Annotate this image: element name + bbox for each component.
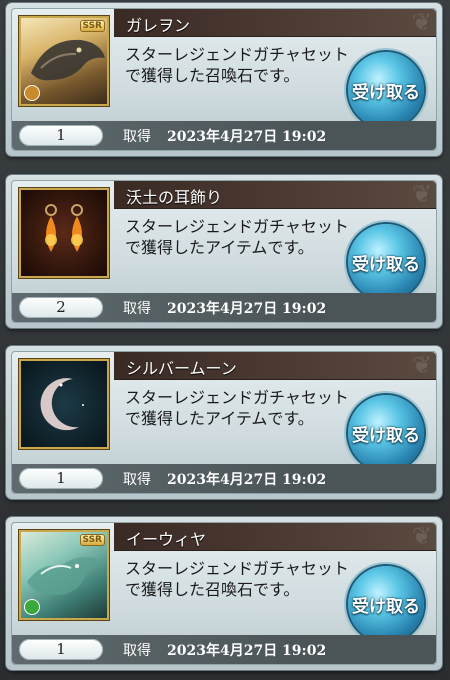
reward-list: ガレヲン ❦ SSR スターレジェンドガチャセットで獲得した召喚石です。 受け取… — [0, 0, 450, 680]
reward-name: シルバームーン — [126, 359, 237, 378]
element-wind-icon — [24, 599, 40, 615]
rarity-badge: SSR — [79, 20, 105, 32]
reward-thumbnail: SSR — [19, 530, 109, 620]
element-fire-icon — [24, 85, 40, 101]
reward-thumbnail: SSR — [19, 16, 109, 106]
reward-footer: 1 取得 2023年4月27日 19:02 — [12, 464, 436, 493]
claim-button[interactable]: 受け取る — [348, 52, 424, 128]
reward-meta: 取得 2023年4月27日 19:02 — [123, 298, 326, 318]
ornament-icon: ❦ — [411, 522, 432, 550]
reward-meta: 取得 2023年4月27日 19:02 — [123, 640, 326, 660]
reward-quantity: 1 — [19, 468, 103, 489]
earrings-item-art — [21, 190, 107, 276]
claim-button[interactable]: 受け取る — [348, 566, 424, 642]
reward-card: イーウィヤ ❦ SSR スターレジェンドガチャセットで獲得した召喚石です。 受け… — [6, 517, 442, 670]
reward-thumbnail — [19, 359, 109, 449]
reward-card-body: ガレヲン ❦ SSR スターレジェンドガチャセットで獲得した召喚石です。 受け取… — [11, 8, 437, 151]
claim-button[interactable]: 受け取る — [348, 395, 424, 471]
reward-card: ガレヲン ❦ SSR スターレジェンドガチャセットで獲得した召喚石です。 受け取… — [6, 3, 442, 156]
claim-button-label: 受け取る — [352, 425, 420, 446]
reward-quantity: 1 — [19, 125, 103, 146]
acquired-date: 2023年4月27日 19:02 — [167, 129, 327, 145]
claim-button[interactable]: 受け取る — [348, 224, 424, 300]
acquired-label: 取得 — [123, 643, 151, 659]
reward-description: スターレジェンドガチャセットで獲得した召喚石です。 — [125, 45, 349, 85]
acquired-date: 2023年4月27日 19:02 — [167, 301, 327, 317]
reward-title-bar: ガレヲン ❦ — [114, 9, 436, 37]
reward-card: 沃土の耳飾り ❦ スターレジェンドガチャセットで獲得したアイテムです。 受け取る… — [6, 175, 442, 328]
reward-card: シルバームーン ❦ スターレジェンドガチャセットで獲得したアイテムです。 受け取… — [6, 346, 442, 499]
reward-quantity: 1 — [19, 639, 103, 660]
reward-title-bar: イーウィヤ ❦ — [114, 523, 436, 551]
reward-footer: 2 取得 2023年4月27日 19:02 — [12, 293, 436, 322]
ornament-icon: ❦ — [411, 180, 432, 208]
claim-button-label: 受け取る — [352, 82, 420, 103]
reward-title-bar: 沃土の耳飾り ❦ — [114, 181, 436, 209]
reward-meta: 取得 2023年4月27日 19:02 — [123, 469, 326, 489]
reward-description: スターレジェンドガチャセットで獲得したアイテムです。 — [125, 217, 349, 257]
silver-moon-item-art — [21, 361, 107, 447]
reward-card-body: 沃土の耳飾り ❦ スターレジェンドガチャセットで獲得したアイテムです。 受け取る… — [11, 180, 437, 323]
acquired-date: 2023年4月27日 19:02 — [167, 472, 327, 488]
claim-button-label: 受け取る — [352, 596, 420, 617]
reward-description: スターレジェンドガチャセットで獲得した召喚石です。 — [125, 559, 349, 599]
reward-name: イーウィヤ — [126, 530, 207, 549]
reward-footer: 1 取得 2023年4月27日 19:02 — [12, 121, 436, 150]
ornament-icon: ❦ — [411, 8, 432, 36]
reward-meta: 取得 2023年4月27日 19:02 — [123, 126, 326, 146]
acquired-label: 取得 — [123, 472, 151, 488]
ornament-icon: ❦ — [411, 351, 432, 379]
reward-card-body: シルバームーン ❦ スターレジェンドガチャセットで獲得したアイテムです。 受け取… — [11, 351, 437, 494]
reward-quantity: 2 — [19, 297, 103, 318]
acquired-date: 2023年4月27日 19:02 — [167, 643, 327, 659]
acquired-label: 取得 — [123, 129, 151, 145]
reward-thumbnail — [19, 188, 109, 278]
acquired-label: 取得 — [123, 301, 151, 317]
reward-name: 沃土の耳飾り — [126, 188, 223, 207]
rarity-badge: SSR — [79, 534, 105, 546]
reward-description: スターレジェンドガチャセットで獲得したアイテムです。 — [125, 388, 349, 428]
reward-footer: 1 取得 2023年4月27日 19:02 — [12, 635, 436, 664]
claim-button-label: 受け取る — [352, 254, 420, 275]
reward-name: ガレヲン — [126, 16, 191, 35]
reward-card-body: イーウィヤ ❦ SSR スターレジェンドガチャセットで獲得した召喚石です。 受け… — [11, 522, 437, 665]
reward-title-bar: シルバームーン ❦ — [114, 352, 436, 380]
